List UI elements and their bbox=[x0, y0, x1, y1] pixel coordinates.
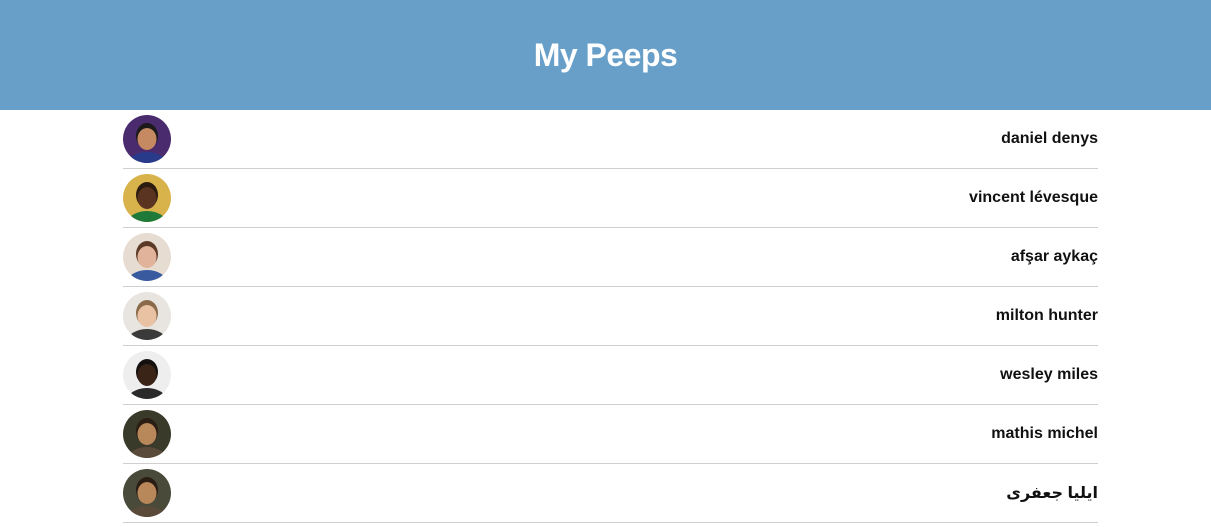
person-name: afşar aykaç bbox=[1010, 248, 1098, 265]
avatar bbox=[123, 351, 171, 399]
avatar bbox=[123, 292, 171, 340]
list-item[interactable]: ایلیا جعفری bbox=[123, 464, 1098, 523]
list-item[interactable]: milton hunter bbox=[123, 287, 1098, 346]
avatar-face bbox=[137, 305, 157, 327]
avatar-face bbox=[137, 246, 157, 268]
avatar-face bbox=[137, 482, 157, 504]
avatar-face bbox=[137, 364, 157, 386]
list-item[interactable]: afşar aykaç bbox=[123, 228, 1098, 287]
avatar bbox=[123, 410, 171, 458]
avatar bbox=[123, 233, 171, 281]
person-name: wesley miles bbox=[1000, 366, 1098, 383]
person-name: vincent lévesque bbox=[969, 189, 1098, 206]
person-name: ایلیا جعفری bbox=[1006, 485, 1098, 502]
list-item[interactable]: mathis michel bbox=[123, 405, 1098, 464]
list-item[interactable]: daniel denys bbox=[123, 110, 1098, 169]
avatar bbox=[123, 174, 171, 222]
app-header: My Peeps bbox=[0, 0, 1211, 110]
list-item[interactable]: vincent lévesque bbox=[123, 169, 1098, 228]
avatar-face bbox=[137, 423, 157, 445]
people-list: daniel denys vincent lévesque afşar ayka… bbox=[123, 110, 1098, 523]
avatar bbox=[123, 115, 171, 163]
avatar bbox=[123, 469, 171, 517]
person-name: daniel denys bbox=[1001, 130, 1098, 147]
person-name: milton hunter bbox=[995, 307, 1098, 324]
person-name: mathis michel bbox=[991, 425, 1098, 442]
avatar-face bbox=[137, 187, 157, 209]
list-item[interactable]: wesley miles bbox=[123, 346, 1098, 405]
page-title: My Peeps bbox=[533, 36, 678, 73]
avatar-face bbox=[137, 128, 157, 150]
